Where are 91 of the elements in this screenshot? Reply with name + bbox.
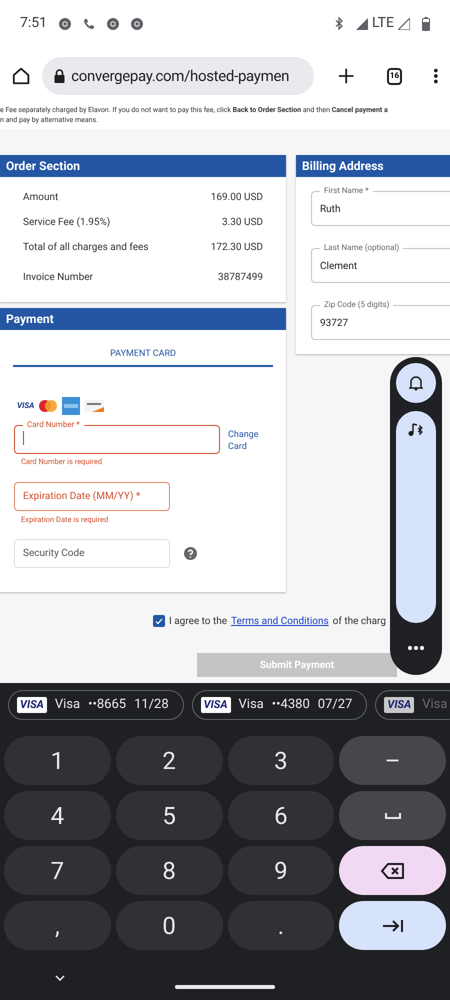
keyboard-key[interactable]: 8 (116, 846, 222, 895)
row-label: Service Fee (1.95%) (23, 216, 110, 230)
card-suggestion-chip[interactable]: VISA Visa (375, 690, 450, 720)
signal-icon (356, 18, 368, 30)
field-input[interactable]: Clement (320, 258, 450, 276)
field-label: Zip Code (5 digits) (323, 301, 390, 309)
card-expiry: 11/28 (134, 696, 169, 714)
keyboard-key[interactable]: 3 (228, 736, 334, 785)
url-text: convergepay.com/hosted-paymen (71, 66, 290, 87)
terms-link[interactable]: Terms and Conditions (231, 614, 329, 629)
media-bubble[interactable] (396, 411, 436, 623)
payment-tab[interactable]: PAYMENT CARD (13, 344, 273, 368)
card-suggestion-chip[interactable]: VISA Visa ••4380 07/27 (192, 690, 368, 720)
keyboard-key[interactable] (339, 846, 446, 895)
check-icon (155, 618, 163, 625)
home-icon[interactable] (12, 66, 30, 86)
hide-keyboard-icon[interactable] (55, 975, 65, 981)
keyboard-key[interactable]: 1 (4, 736, 111, 785)
discover-logo (84, 400, 104, 412)
keyboard-key[interactable] (339, 901, 446, 950)
browser-icon (107, 18, 119, 30)
visa-logo: VISA (384, 696, 414, 714)
field-input[interactable]: 93727 (320, 314, 450, 332)
card-number: ••8665 (88, 696, 126, 714)
bluetooth-icon (335, 17, 344, 30)
keyboard-key[interactable]: 7 (4, 846, 111, 895)
tab-next-icon (382, 918, 404, 932)
card-name: Visa (54, 696, 80, 714)
keyboard-key[interactable]: 9 (228, 846, 334, 895)
browser-icon (59, 18, 71, 30)
expiration-date-field[interactable]: Expiration Date (MM/YY) * (14, 482, 170, 510)
field-label: Last Name (optional) (323, 244, 400, 252)
row-label: Invoice Number (23, 270, 93, 284)
signal-icon (398, 18, 410, 30)
section-header: Payment (0, 308, 286, 330)
keyboard-key[interactable]: 5 (116, 791, 222, 840)
section-header: Billing Address (296, 155, 450, 177)
text-field[interactable]: First Name * Ruth (311, 187, 450, 226)
agreement-text: of the charg (332, 614, 386, 629)
new-tab-icon[interactable] (338, 67, 355, 85)
card-number-field[interactable]: Card Number * (14, 421, 220, 454)
security-code-field[interactable]: Security Code (14, 538, 170, 568)
mastercard-logo (38, 400, 58, 412)
agreement-text: I agree to the (169, 614, 228, 629)
backspace-icon (380, 862, 405, 878)
row-value: 38787499 (218, 270, 263, 284)
phone-icon (83, 18, 95, 30)
visa-logo: VISA (200, 696, 231, 714)
status-time: 7:51 (20, 14, 47, 33)
keyboard-key[interactable]: 0 (116, 901, 222, 950)
address-bar[interactable]: convergepay.com/hosted-paymen (42, 57, 314, 95)
more-icon[interactable] (408, 646, 424, 650)
notification-button[interactable] (396, 363, 436, 403)
row-value: 169.00 USD (210, 191, 263, 205)
visa-logo: VISA (17, 402, 34, 410)
card-number: ••4380 (272, 696, 310, 714)
keyboard-key[interactable]: , (4, 901, 111, 950)
card-name: Visa (422, 696, 448, 714)
change-card-link[interactable]: Change Card (228, 429, 268, 454)
text-cursor (23, 431, 24, 446)
section-header: Order Section (0, 155, 286, 177)
help-icon[interactable] (184, 546, 197, 560)
tab-count-button[interactable]: 16 (386, 68, 402, 84)
keyboard-key[interactable]: 6 (228, 791, 334, 840)
card-expiry: 07/27 (318, 696, 352, 714)
browser-icon (131, 18, 143, 30)
text-field[interactable]: Last Name (optional) Clement (311, 244, 450, 283)
card-name: Visa (238, 696, 264, 714)
network-type: LTE (372, 14, 394, 33)
amex-logo (62, 397, 80, 416)
row-value: 3.30 USD (222, 216, 263, 230)
keyboard-key[interactable]: . (228, 901, 334, 950)
menu-icon[interactable] (434, 68, 438, 84)
bell-icon (409, 375, 423, 391)
visa-logo: VISA (17, 696, 47, 714)
space-icon (384, 812, 401, 820)
battery-icon (422, 16, 430, 30)
lock-icon (54, 69, 66, 83)
text-field[interactable]: Zip Code (5 digits) 93727 (311, 301, 450, 340)
row-value: 172.30 USD (210, 241, 263, 255)
row-label: Total of all charges and fees (23, 241, 148, 255)
field-label: First Name * (323, 187, 370, 195)
card-suggestion-chip[interactable]: VISA Visa ••8665 11/28 (8, 690, 184, 720)
bluetooth-music-icon (408, 423, 424, 437)
keyboard-key[interactable]: 4 (4, 791, 111, 840)
keyboard-key[interactable]: 2 (116, 736, 222, 785)
row-label: Amount (23, 191, 58, 205)
field-label: Card Number * (26, 421, 81, 430)
agree-checkbox[interactable] (153, 615, 165, 628)
field-input[interactable]: Ruth (320, 200, 450, 218)
keyboard-key[interactable]: – (339, 736, 446, 785)
